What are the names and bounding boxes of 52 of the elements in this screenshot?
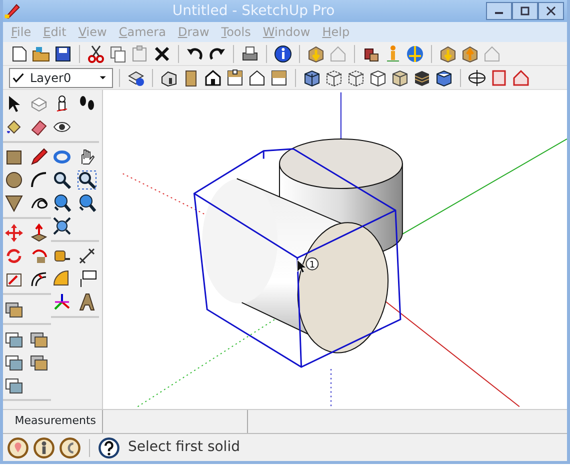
layer-dropdown[interactable]: Layer0 — [9, 68, 113, 88]
close-icon — [546, 6, 556, 16]
window-title: Untitled - SketchUp Pro — [171, 2, 336, 20]
maximize-icon — [520, 6, 530, 16]
inference-number: 1 — [309, 260, 316, 270]
inference-badge — [306, 257, 319, 270]
arc-icon[interactable] — [29, 170, 49, 190]
box-upload-icon[interactable] — [460, 44, 480, 64]
hidden-line-cube-icon[interactable] — [368, 68, 388, 88]
zoom-next-icon[interactable] — [77, 193, 97, 213]
save-icon[interactable] — [53, 44, 73, 64]
maximize-button[interactable] — [512, 2, 538, 20]
zoom-extents-icon[interactable] — [52, 216, 72, 236]
circle-icon[interactable] — [4, 170, 24, 190]
axes-icon[interactable] — [52, 292, 72, 312]
polygon-icon[interactable] — [4, 193, 24, 213]
pencil-icon[interactable] — [29, 147, 49, 167]
zoom-window-icon[interactable] — [77, 170, 97, 190]
drawing-canvas[interactable]: 1 — [103, 90, 567, 409]
house-outline-icon[interactable] — [247, 68, 267, 88]
check-icon — [12, 70, 26, 84]
print-icon[interactable] — [240, 44, 260, 64]
zoom-previous-icon[interactable] — [52, 193, 72, 213]
section-cut-icon[interactable] — [511, 68, 531, 88]
monochrome-cube-icon[interactable] — [434, 68, 454, 88]
dimension-icon[interactable] — [77, 246, 97, 266]
push-pull-icon[interactable] — [29, 223, 49, 243]
x-ray-cube-icon[interactable] — [302, 68, 322, 88]
shaded-cube-icon[interactable] — [390, 68, 410, 88]
box-download-icon[interactable] — [438, 44, 458, 64]
rotate-icon[interactable] — [4, 246, 24, 266]
wireframe-cube-icon[interactable] — [346, 68, 366, 88]
app-logo-icon — [3, 2, 21, 20]
status-message: Select first solid — [128, 438, 240, 457]
info-icon[interactable] — [273, 44, 293, 64]
copy-icon[interactable] — [108, 44, 128, 64]
globe-icon[interactable] — [405, 44, 425, 64]
section-plane-icon[interactable] — [467, 68, 487, 88]
axis-line — [330, 368, 332, 408]
move-icon[interactable] — [4, 223, 24, 243]
zoom-icon[interactable] — [52, 170, 72, 190]
help-icon[interactable] — [98, 436, 120, 458]
3d-text-icon[interactable] — [77, 292, 97, 312]
wireframe-cube-icon[interactable] — [324, 68, 344, 88]
minimize-button[interactable] — [486, 2, 512, 20]
scissors-icon[interactable] — [86, 44, 106, 64]
close-button[interactable] — [538, 2, 564, 20]
geo-location-icon[interactable] — [7, 436, 29, 458]
box-download-icon[interactable] — [306, 44, 326, 64]
back-view-icon[interactable] — [225, 68, 245, 88]
cursor-arrow-icon — [297, 260, 306, 274]
front-view-icon[interactable] — [203, 68, 223, 88]
